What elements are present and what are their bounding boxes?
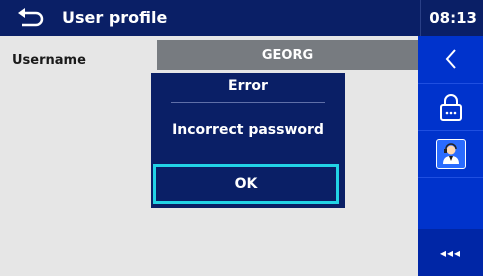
username-value[interactable]: GEORG bbox=[157, 40, 418, 70]
sidebar-empty-slot bbox=[418, 177, 483, 224]
dialog-title: Error bbox=[228, 78, 268, 94]
right-sidebar: ◂◂◂ bbox=[418, 36, 483, 276]
clock: 08:13 bbox=[420, 0, 477, 36]
dialog-message: Incorrect password bbox=[172, 122, 324, 138]
lock-icon bbox=[439, 94, 462, 121]
username-label: Username bbox=[12, 53, 86, 68]
dialog-divider bbox=[171, 102, 325, 103]
chevron-left-icon bbox=[445, 49, 456, 69]
lock-button[interactable] bbox=[418, 83, 483, 130]
back-button[interactable] bbox=[10, 3, 50, 33]
back-icon bbox=[18, 8, 44, 27]
operator-icon bbox=[435, 139, 466, 169]
more-options-button[interactable]: ◂◂◂ bbox=[418, 229, 483, 276]
operator-button[interactable] bbox=[418, 130, 483, 177]
top-bar: User profile 08:13 bbox=[0, 0, 483, 36]
previous-button[interactable] bbox=[418, 36, 483, 82]
ok-button[interactable]: OK bbox=[153, 164, 339, 204]
error-dialog: Error Incorrect password OK bbox=[151, 73, 345, 208]
page-title: User profile bbox=[62, 8, 168, 27]
